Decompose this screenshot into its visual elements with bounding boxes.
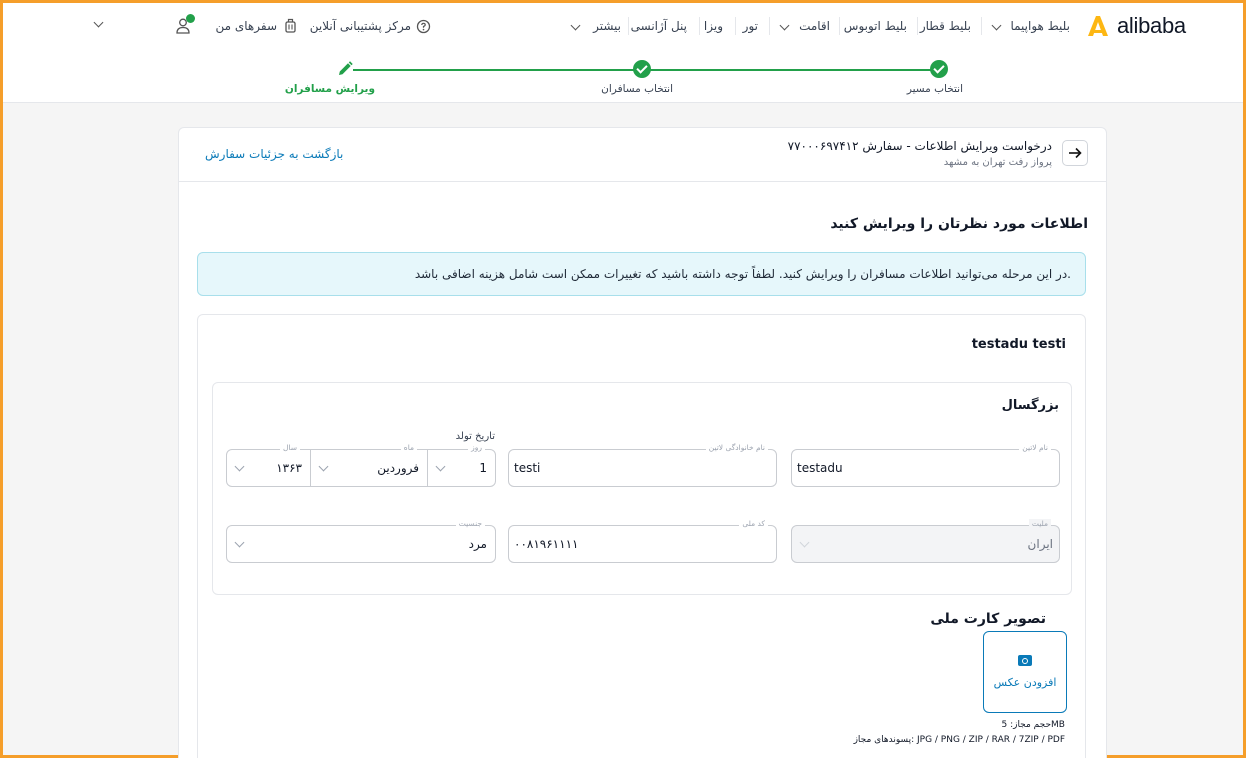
- birth-day-select[interactable]: روز 1: [427, 443, 496, 487]
- add-photo-button[interactable]: افزودن عکس: [983, 631, 1067, 713]
- nav-more-label: بیشتر: [593, 19, 621, 33]
- support-icon: [416, 19, 431, 34]
- edit-pencil-icon: [339, 61, 353, 75]
- first-name-label: نام لاتین: [1019, 443, 1051, 452]
- chevron-down-icon: [93, 17, 104, 28]
- nationality-label: ملیت: [1028, 519, 1051, 528]
- last-name-value: testi: [514, 461, 541, 475]
- passenger-name: testadu testi: [971, 337, 1066, 352]
- national-code-field[interactable]: کد ملی ۰۰۸۱۹۶۱۱۱۱: [508, 519, 777, 563]
- verified-check-icon: [186, 14, 195, 23]
- alibaba-logo[interactable]: alibaba: [1085, 13, 1195, 43]
- nationality-select[interactable]: ملیت ایران: [791, 519, 1060, 563]
- chevron-down-icon: [570, 20, 581, 31]
- nav-flight[interactable]: بلیط هواپیما: [990, 19, 1070, 39]
- nav-divider: [839, 17, 840, 35]
- last-name-label: نام خانوادگی لاتین: [705, 443, 768, 452]
- support-center-label: مرکز پشتیبانی آنلاین: [309, 19, 411, 33]
- alibaba-logo-icon: [1088, 16, 1108, 36]
- support-center-link[interactable]: مرکز پشتیبانی آنلاین: [310, 17, 431, 39]
- arrow-right-icon: [1069, 147, 1082, 159]
- nav-divider: [699, 17, 700, 35]
- birth-year-select[interactable]: سال ۱۳۶۳: [226, 443, 311, 487]
- nav-flight-label: بلیط هواپیما: [1010, 19, 1070, 33]
- account-menu-toggle[interactable]: [91, 17, 107, 35]
- last-name-field[interactable]: نام خانوادگی لاتین testi: [508, 443, 777, 487]
- nav-tour[interactable]: تور: [743, 19, 758, 33]
- nav-more[interactable]: بیشتر: [569, 19, 621, 39]
- chevron-down-icon: [799, 537, 810, 548]
- logo-text: alibaba: [1117, 13, 1186, 38]
- my-trips-label: سفرهای من: [215, 19, 278, 33]
- gender-select[interactable]: جنسیت مرد: [226, 519, 496, 563]
- day-label: روز: [468, 443, 485, 452]
- chevron-down-icon: [779, 20, 790, 31]
- nav-divider: [917, 17, 918, 35]
- passenger-card: testadu testi بزرگسال نام لاتین testadu …: [197, 314, 1086, 758]
- nav-divider: [769, 17, 770, 35]
- nav-train[interactable]: بلیط قطار: [920, 19, 971, 33]
- passenger-form: بزرگسال نام لاتین testadu نام خانوادگی ل…: [212, 382, 1072, 595]
- gender-value: مرد: [468, 537, 487, 551]
- nav-stay-label: اقامت: [799, 19, 830, 33]
- step-label-passengers: انتخاب مسافران: [601, 83, 673, 95]
- section-title: اطلاعات مورد نظرتان را ویرایش کنید: [830, 216, 1088, 232]
- year-value: ۱۳۶۳: [276, 461, 302, 475]
- nav-visa[interactable]: ویزا: [704, 19, 723, 33]
- top-header: alibaba بلیط هواپیما بلیط قطار بلیط اتوب…: [3, 3, 1243, 53]
- file-size-note: حجم مجاز: 5MB: [1001, 720, 1065, 730]
- chevron-down-icon: [234, 461, 245, 472]
- back-arrow-button[interactable]: [1062, 140, 1088, 166]
- order-subtitle: پرواز رفت تهران به مشهد: [943, 157, 1052, 168]
- nav-bus[interactable]: بلیط اتوبوس: [844, 19, 907, 33]
- nav-agency-panel[interactable]: پنل آژانسی: [631, 19, 687, 33]
- chevron-down-icon: [234, 537, 245, 548]
- edit-request-card: درخواست ویرایش اطلاعات - سفارش ۷۷۰۰۰۶۹۷۴…: [178, 127, 1107, 758]
- national-code-label: کد ملی: [739, 519, 768, 528]
- my-trips-link[interactable]: سفرهای من: [213, 17, 297, 39]
- add-photo-label: افزودن عکس: [993, 676, 1057, 689]
- birth-month-select[interactable]: ماه فروردین: [310, 443, 428, 487]
- nav-divider: [628, 17, 629, 35]
- nav-divider: [735, 17, 736, 35]
- chevron-down-icon: [435, 461, 446, 472]
- nav-stay[interactable]: اقامت: [778, 19, 830, 39]
- passenger-type: بزرگسال: [1001, 398, 1059, 413]
- step-label-route: انتخاب مسیر: [906, 83, 963, 95]
- national-code-value: ۰۰۸۱۹۶۱۱۱۱: [514, 537, 579, 551]
- month-label: ماه: [400, 443, 417, 452]
- chevron-down-icon: [318, 461, 329, 472]
- chevron-down-icon: [991, 20, 1002, 31]
- gender-label: جنسیت: [455, 519, 485, 528]
- step-check-icon: [930, 60, 948, 78]
- order-title: درخواست ویرایش اطلاعات - سفارش ۷۷۰۰۰۶۹۷۴…: [787, 139, 1052, 153]
- first-name-value: testadu: [797, 461, 843, 475]
- order-summary-bar: درخواست ویرایش اطلاعات - سفارش ۷۷۰۰۰۶۹۷۴…: [179, 128, 1106, 182]
- nav-divider: [981, 17, 982, 35]
- back-to-order-details-link[interactable]: بازگشت به جزئیات سفارش: [205, 147, 343, 161]
- year-label: سال: [279, 443, 300, 452]
- month-value: فروردین: [377, 461, 419, 475]
- first-name-field[interactable]: نام لاتین testadu: [791, 443, 1060, 487]
- info-notice: در این مرحله می‌توانید اطلاعات مسافران ر…: [197, 252, 1086, 296]
- step-check-icon: [633, 60, 651, 78]
- file-formats-note: پسوندهای مجاز: JPG / PNG / ZIP / RAR / 7…: [853, 735, 1065, 745]
- camera-icon: [1018, 655, 1032, 666]
- luggage-icon: [285, 18, 296, 33]
- birth-date-title: تاریخ تولد: [455, 431, 495, 442]
- birth-date-group: روز 1 ماه فروردین سال ۱۳۶۳: [226, 443, 496, 487]
- notice-text: در این مرحله می‌توانید اطلاعات مسافران ر…: [414, 267, 1071, 281]
- booking-stepper: [3, 53, 1243, 103]
- user-account-button[interactable]: [173, 14, 199, 38]
- nationality-value: ایران: [1027, 537, 1053, 551]
- national-card-title: تصویر کارت ملی: [930, 611, 1046, 627]
- step-label-edit: ویرایش مسافران: [284, 83, 375, 95]
- day-value: 1: [479, 461, 487, 475]
